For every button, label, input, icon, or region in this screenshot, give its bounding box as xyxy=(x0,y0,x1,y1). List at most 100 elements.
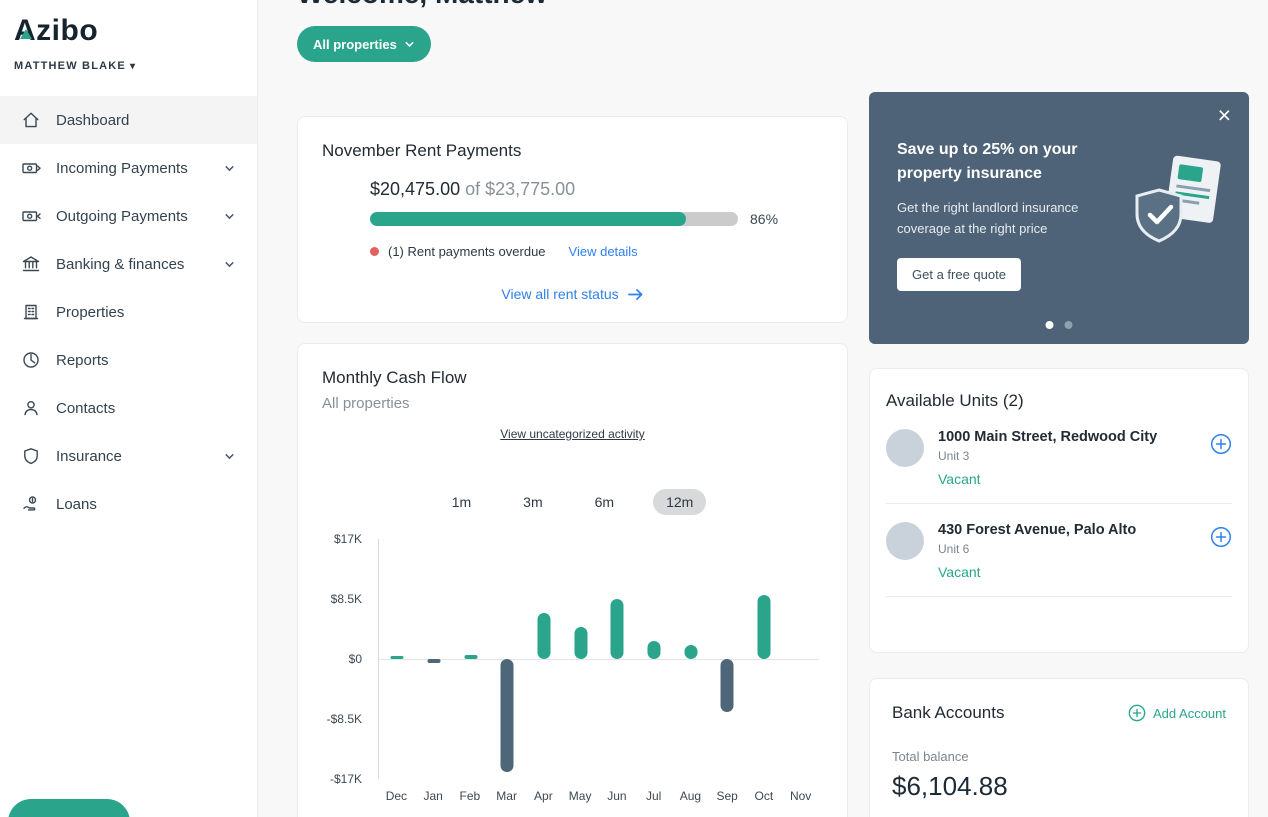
sidebar: Azibo MATTHEW BLAKE▾ Dashboard Incoming P… xyxy=(0,0,258,817)
sidebar-menu: Dashboard Incoming Payments Outgoing Payme… xyxy=(0,96,257,528)
y-tick-label: -$17K xyxy=(330,772,362,786)
progress-track xyxy=(370,212,738,226)
chat-button[interactable] xyxy=(8,799,130,817)
promo-body: Get the right landlord insurance coverag… xyxy=(897,198,1115,240)
insurance-promo-card: × Save up to 25% on your property insura… xyxy=(869,92,1249,344)
range-tab-1m[interactable]: 1m xyxy=(439,489,484,515)
chart-bar-apr xyxy=(538,613,551,659)
chart-column-jun xyxy=(599,539,636,779)
divider xyxy=(886,503,1232,504)
chart-column-may xyxy=(562,539,599,779)
chart-column-oct xyxy=(746,539,783,779)
available-units-title: Available Units (2) xyxy=(886,391,1232,411)
chart-bar-aug xyxy=(684,645,697,659)
property-filter-button[interactable]: All properties xyxy=(297,26,431,62)
x-tick-label: May xyxy=(562,789,599,803)
units-list: 1000 Main Street, Redwood CityUnit 3Vaca… xyxy=(886,429,1232,597)
chevron-down-icon xyxy=(223,209,237,223)
chart-column-jan xyxy=(416,539,453,779)
building-icon xyxy=(20,301,42,323)
azibo-logo[interactable]: Azibo xyxy=(0,0,257,48)
person-icon xyxy=(20,397,42,419)
unit-address: 430 Forest Avenue, Palo Alto xyxy=(938,522,1196,538)
main-content: Welcome, Matthew All properties November… xyxy=(258,0,1268,817)
overdue-dot-icon xyxy=(370,247,379,256)
chart-bar-jun xyxy=(611,599,624,659)
unit-number: Unit 6 xyxy=(938,542,1196,556)
x-tick-label: Sep xyxy=(709,789,746,803)
y-tick-label: $17K xyxy=(334,532,362,546)
carousel-dot-2[interactable] xyxy=(1065,321,1073,329)
cash-flow-card: Monthly Cash Flow All properties View un… xyxy=(297,343,848,817)
chart-bar-jul xyxy=(648,641,661,659)
x-tick-label: Dec xyxy=(378,789,415,803)
bank-accounts-card: Bank Accounts Add Account Total balance … xyxy=(869,678,1249,817)
shield-icon xyxy=(20,445,42,467)
chart-bars xyxy=(379,539,819,779)
arrow-right-icon xyxy=(627,287,644,302)
range-tab-6m[interactable]: 6m xyxy=(582,489,627,515)
view-details-link[interactable]: View details xyxy=(569,244,638,259)
total-balance-value: $6,104.88 xyxy=(892,771,1226,802)
y-tick-label: $8.5K xyxy=(331,592,362,606)
sidebar-item-label: Properties xyxy=(56,304,237,321)
sidebar-item-label: Insurance xyxy=(56,448,223,465)
sidebar-item-contacts[interactable]: Contacts xyxy=(0,384,257,432)
range-tabs: 1m 3m 6m 12m xyxy=(322,489,823,515)
uncategorized-activity-link[interactable]: View uncategorized activity xyxy=(322,427,823,441)
sidebar-item-reports[interactable]: Reports xyxy=(0,336,257,384)
cash-flow-title: Monthly Cash Flow xyxy=(322,368,823,388)
incoming-payments-icon xyxy=(20,157,42,179)
chart-plot-area xyxy=(378,539,819,779)
add-account-button[interactable]: Add Account xyxy=(1128,704,1226,722)
progress-percent: 86% xyxy=(750,211,778,227)
user-menu[interactable]: MATTHEW BLAKE▾ xyxy=(0,48,257,82)
promo-title: Save up to 25% on your property insuranc… xyxy=(897,138,1109,186)
sidebar-item-label: Outgoing Payments xyxy=(56,208,223,225)
chart-column-mar xyxy=(489,539,526,779)
caret-down-icon: ▾ xyxy=(130,61,136,72)
chevron-down-icon xyxy=(404,39,415,50)
property-filter-label: All properties xyxy=(313,37,397,52)
range-tab-12m[interactable]: 12m xyxy=(653,489,706,515)
chart-bar-may xyxy=(574,627,587,659)
unit-info: 1000 Main Street, Redwood CityUnit 3Vaca… xyxy=(938,429,1196,487)
sidebar-item-properties[interactable]: Properties xyxy=(0,288,257,336)
add-unit-button[interactable] xyxy=(1210,433,1232,487)
carousel-dot-1[interactable] xyxy=(1046,321,1054,329)
plus-circle-icon xyxy=(1210,526,1232,548)
x-tick-label: Jun xyxy=(599,789,636,803)
chart-column-nov xyxy=(782,539,819,779)
chart-bar-oct xyxy=(758,595,771,659)
page-title: Welcome, Matthew xyxy=(297,0,547,10)
reports-icon xyxy=(20,349,42,371)
chart-bar-feb xyxy=(464,655,477,659)
sidebar-item-incoming-payments[interactable]: Incoming Payments xyxy=(0,144,257,192)
unit-status: Vacant xyxy=(938,564,1196,580)
sidebar-item-insurance[interactable]: Insurance xyxy=(0,432,257,480)
view-all-rent-status-link[interactable]: View all rent status xyxy=(322,286,823,302)
home-icon xyxy=(20,109,42,131)
sidebar-item-banking-finances[interactable]: Banking & finances xyxy=(0,240,257,288)
add-unit-button[interactable] xyxy=(1210,526,1232,580)
close-icon[interactable]: × xyxy=(1218,104,1231,127)
progress-fill xyxy=(370,212,686,226)
sidebar-item-label: Dashboard xyxy=(56,112,237,129)
unit-status: Vacant xyxy=(938,471,1196,487)
sidebar-item-dashboard[interactable]: Dashboard xyxy=(0,96,257,144)
sidebar-item-label: Contacts xyxy=(56,400,237,417)
bank-accounts-title: Bank Accounts xyxy=(892,703,1004,723)
sidebar-item-loans[interactable]: Loans xyxy=(0,480,257,528)
available-units-card: Available Units (2) 1000 Main Street, Re… xyxy=(869,368,1249,653)
range-tab-3m[interactable]: 3m xyxy=(510,489,555,515)
x-tick-label: Aug xyxy=(672,789,709,803)
rent-amounts: $20,475.00 of $23,775.00 xyxy=(370,179,823,200)
rent-payments-card: November Rent Payments $20,475.00 of $23… xyxy=(297,116,848,323)
get-free-quote-button[interactable]: Get a free quote xyxy=(897,258,1021,291)
insurance-document-shield-illustration xyxy=(1129,154,1225,251)
view-all-label: View all rent status xyxy=(501,286,618,302)
chart-bar-jan xyxy=(428,659,441,663)
y-tick-label: $0 xyxy=(349,652,362,666)
sidebar-item-outgoing-payments[interactable]: Outgoing Payments xyxy=(0,192,257,240)
unit-address: 1000 Main Street, Redwood City xyxy=(938,429,1196,445)
